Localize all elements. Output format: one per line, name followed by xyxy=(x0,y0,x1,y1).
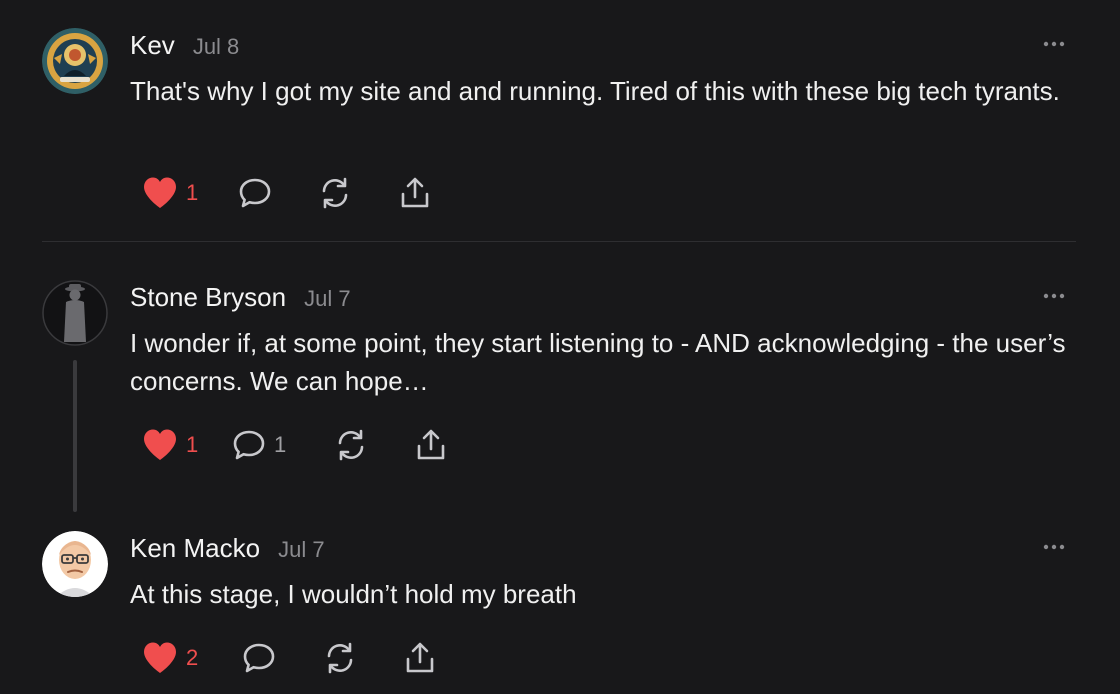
comment-header: Ken Macko Jul 7 xyxy=(130,533,325,567)
thread-line xyxy=(73,360,77,512)
comment-body: I wonder if, at some point, they start l… xyxy=(130,328,1066,396)
share-upload-icon xyxy=(417,429,445,460)
restack-button[interactable] xyxy=(334,425,368,465)
restack-arrows-icon xyxy=(338,429,364,461)
like-count: 2 xyxy=(186,645,199,670)
comment-date[interactable]: Jul 8 xyxy=(193,34,239,60)
share-button[interactable] xyxy=(398,173,432,213)
comment-header: Stone Bryson Jul 7 xyxy=(130,282,351,316)
comment-actions: 2 xyxy=(142,638,542,678)
heart-icon xyxy=(144,177,176,208)
more-dots-icon xyxy=(1043,293,1065,299)
more-options-button[interactable] xyxy=(1040,32,1072,56)
heart-icon xyxy=(144,429,176,460)
comment-bubble-icon xyxy=(239,178,271,208)
share-upload-icon xyxy=(401,177,429,208)
reply-count: 1 xyxy=(274,432,287,457)
avatar[interactable] xyxy=(42,531,108,597)
ornate-emblem-avatar-icon xyxy=(42,28,108,94)
comment-date[interactable]: Jul 7 xyxy=(304,286,350,312)
like-button[interactable]: 2 xyxy=(142,638,198,678)
like-button[interactable]: 1 xyxy=(142,173,198,213)
like-button[interactable]: 1 xyxy=(142,425,198,465)
comment-bubble-icon xyxy=(243,643,275,673)
author-name[interactable]: Ken Macko xyxy=(130,533,260,564)
more-options-button[interactable] xyxy=(1040,284,1072,308)
more-dots-icon xyxy=(1043,41,1065,47)
like-count: 1 xyxy=(186,180,199,205)
comment-header: Kev Jul 8 xyxy=(130,30,239,64)
share-upload-icon xyxy=(406,642,434,673)
restack-button[interactable] xyxy=(318,173,352,213)
comment-bubble-icon xyxy=(233,430,265,460)
comment-actions: 1 xyxy=(142,173,542,213)
comment-divider xyxy=(42,241,1076,242)
heart-icon xyxy=(144,642,176,673)
comment-body: That's why I got my site and and running… xyxy=(130,76,1060,106)
avatar[interactable] xyxy=(42,28,108,94)
share-button[interactable] xyxy=(414,425,448,465)
more-dots-icon xyxy=(1043,544,1065,550)
like-count: 1 xyxy=(186,432,199,457)
comment-body: At this stage, I wouldn’t hold my breath xyxy=(130,579,577,609)
cartoon-face-avatar-icon xyxy=(42,531,108,597)
author-name[interactable]: Stone Bryson xyxy=(130,282,286,313)
comment-date[interactable]: Jul 7 xyxy=(278,537,324,563)
restack-button[interactable] xyxy=(323,638,357,678)
reply-button[interactable] xyxy=(238,173,272,213)
avatar[interactable] xyxy=(42,280,108,346)
reply-button[interactable] xyxy=(242,638,276,678)
restack-arrows-icon xyxy=(327,642,353,674)
reply-button[interactable]: 1 xyxy=(232,425,286,465)
more-options-button[interactable] xyxy=(1040,535,1072,559)
author-name[interactable]: Kev xyxy=(130,30,175,61)
restack-arrows-icon xyxy=(322,177,348,209)
comment-actions: 1 1 xyxy=(142,425,542,465)
silhouette-avatar-icon xyxy=(42,280,108,346)
share-button[interactable] xyxy=(403,638,437,678)
